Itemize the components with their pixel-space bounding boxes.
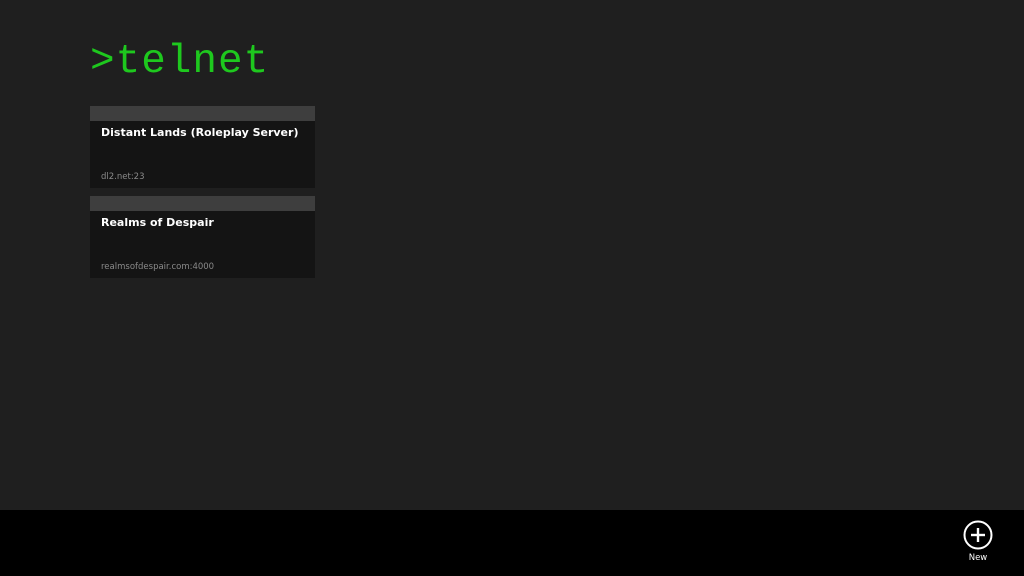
server-name: Realms of Despair: [101, 216, 214, 229]
server-list: Distant Lands (Roleplay Server) dl2.net:…: [90, 106, 315, 286]
tile-header-bar: [90, 196, 315, 211]
new-button-label: New: [968, 553, 988, 563]
app-bar: New: [0, 510, 1024, 576]
app-title: >telnet: [90, 39, 270, 85]
server-address: realmsofdespair.com:4000: [101, 262, 215, 272]
new-button[interactable]: New: [958, 520, 998, 572]
server-address: dl2.net:23: [101, 172, 145, 182]
plus-circle-icon: [963, 520, 993, 550]
tile-header-bar: [90, 106, 315, 121]
server-name: Distant Lands (Roleplay Server): [101, 126, 299, 139]
server-tile-distant-lands[interactable]: Distant Lands (Roleplay Server) dl2.net:…: [90, 106, 315, 188]
server-tile-realms-of-despair[interactable]: Realms of Despair realmsofdespair.com:40…: [90, 196, 315, 278]
